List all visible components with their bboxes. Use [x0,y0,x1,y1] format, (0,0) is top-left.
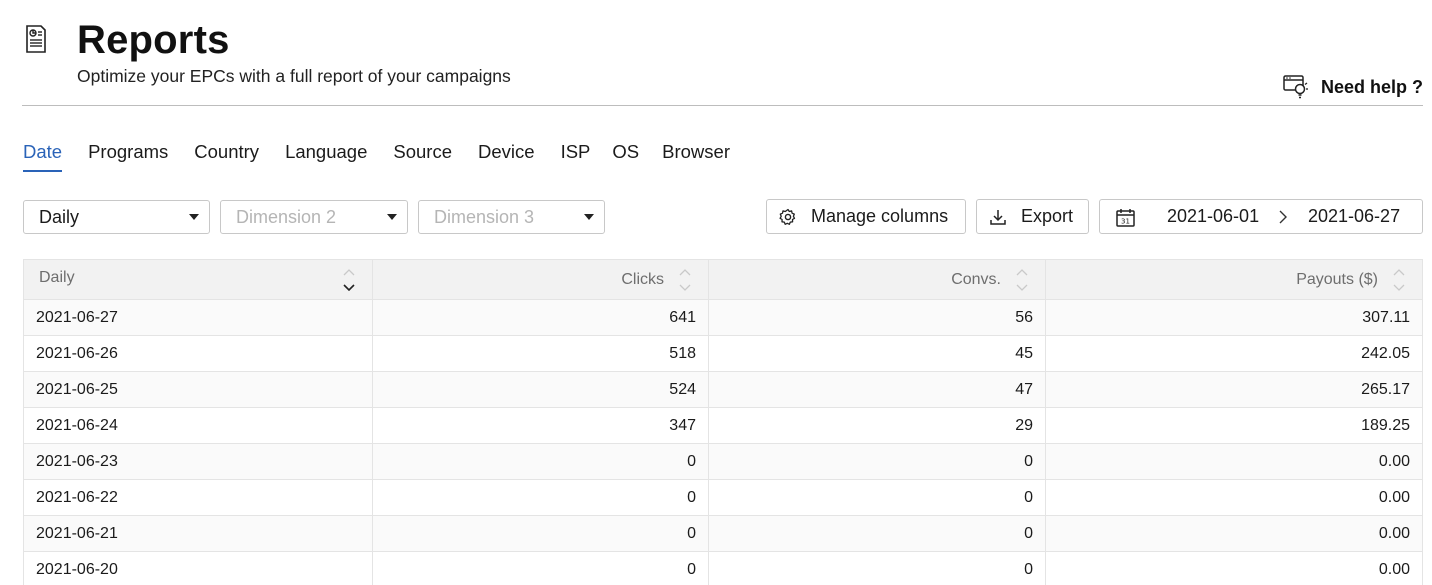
gear-icon [779,208,796,225]
calendar-icon: 31 [1116,209,1135,227]
date-from: 2021-06-01 [1167,206,1260,226]
cell-convs: 0 [708,551,1046,585]
date-range-picker[interactable]: 31 2021-06-01 2021-06-27 [1099,199,1423,234]
tab-isp[interactable]: ISP [561,140,591,172]
cell-clicks: 347 [372,407,709,444]
column-header-label: Daily [39,269,75,286]
dimension-2-select[interactable]: Dimension 2 [220,200,408,234]
table-row: 2021-06-24 347 29 189.25 [23,407,1423,444]
caret-down-icon [387,214,397,220]
header-divider [22,105,1423,106]
dimension-3-placeholder: Dimension 3 [434,206,535,227]
dimension-3-select[interactable]: Dimension 3 [418,200,605,234]
table-row: 2021-06-22 0 0 0.00 [23,479,1423,516]
column-header-convs[interactable]: Convs. [708,259,1046,300]
cell-clicks: 0 [372,443,709,480]
export-label: Export [1021,206,1074,226]
export-button[interactable]: Export [976,199,1089,234]
svg-text:31: 31 [1121,218,1130,226]
table-row: 2021-06-27 641 56 307.11 [23,299,1423,336]
download-icon [990,209,1006,225]
column-header-daily[interactable]: Daily [23,259,373,300]
cell-clicks: 641 [372,299,709,336]
cell-clicks: 0 [372,515,709,552]
dimension-1-select[interactable]: Daily [23,200,210,234]
date-to: 2021-06-27 [1308,206,1401,226]
cell-payouts: 265.17 [1045,371,1423,408]
dimension-2-placeholder: Dimension 2 [236,206,337,227]
cell-convs: 47 [708,371,1046,408]
cell-convs: 0 [708,443,1046,480]
tab-programs[interactable]: Programs [88,140,168,172]
table-row: 2021-06-20 0 0 0.00 [23,551,1423,585]
cell-date: 2021-06-25 [23,371,373,408]
cell-payouts: 307.11 [1045,299,1423,336]
table-row: 2021-06-23 0 0 0.00 [23,443,1423,480]
cell-clicks: 524 [372,371,709,408]
column-header-label: Clicks [621,270,664,288]
cell-clicks: 0 [372,551,709,585]
tab-os[interactable]: OS [612,140,639,172]
page-header: Reports Optimize your EPCs with a full r… [0,0,1432,106]
dimension-tabs: Date Programs Country Language Source De… [23,140,756,172]
cell-clicks: 518 [372,335,709,372]
tab-language[interactable]: Language [285,140,367,172]
cell-date: 2021-06-27 [23,299,373,336]
need-help-link[interactable]: Need help ? [1283,74,1423,100]
caret-down-icon [584,214,594,220]
cell-convs: 56 [708,299,1046,336]
cell-convs: 45 [708,335,1046,372]
caret-down-icon [189,214,199,220]
report-document-icon [26,25,46,53]
table-row: 2021-06-25 524 47 265.17 [23,371,1423,408]
page-title: Reports [77,18,230,62]
manage-columns-label: Manage columns [811,206,949,226]
cell-payouts: 0.00 [1045,443,1423,480]
cell-payouts: 0.00 [1045,515,1423,552]
cell-convs: 0 [708,479,1046,516]
need-help-label: Need help ? [1320,76,1423,97]
sort-icon[interactable] [1393,269,1405,291]
table-row: 2021-06-21 0 0 0.00 [23,515,1423,552]
sort-icon[interactable] [679,269,691,291]
column-header-payouts[interactable]: Payouts ($) [1045,259,1423,300]
help-lightbulb-icon [1283,75,1308,99]
cell-date: 2021-06-26 [23,335,373,372]
cell-date: 2021-06-24 [23,407,373,444]
cell-payouts: 0.00 [1045,551,1423,585]
tab-device[interactable]: Device [478,140,535,172]
column-header-clicks[interactable]: Clicks [372,259,709,300]
tab-country[interactable]: Country [194,140,259,172]
table-row: 2021-06-26 518 45 242.05 [23,335,1423,372]
cell-payouts: 189.25 [1045,407,1423,444]
manage-columns-button[interactable]: Manage columns [766,199,966,234]
cell-clicks: 0 [372,479,709,516]
cell-payouts: 242.05 [1045,335,1423,372]
column-header-label: Convs. [951,270,1001,288]
cell-payouts: 0.00 [1045,479,1423,516]
cell-convs: 29 [708,407,1046,444]
sort-desc-icon[interactable] [343,269,355,291]
tab-date[interactable]: Date [23,140,63,172]
cell-date: 2021-06-22 [23,479,373,516]
tab-source[interactable]: Source [393,140,452,172]
chevron-right-icon [1279,210,1287,224]
table-header-row: Daily Clicks Convs. Payouts ($) [23,259,1423,300]
cell-date: 2021-06-21 [23,515,373,552]
page-subtitle: Optimize your EPCs with a full report of… [77,66,511,86]
cell-date: 2021-06-23 [23,443,373,480]
tab-browser[interactable]: Browser [662,140,730,172]
column-header-label: Payouts ($) [1296,270,1378,288]
report-table: Daily Clicks Convs. Payouts ($) 2021-06-… [23,259,1423,585]
cell-date: 2021-06-20 [23,551,373,585]
sort-icon[interactable] [1016,269,1028,291]
cell-convs: 0 [708,515,1046,552]
dimension-1-value: Daily [39,206,80,227]
